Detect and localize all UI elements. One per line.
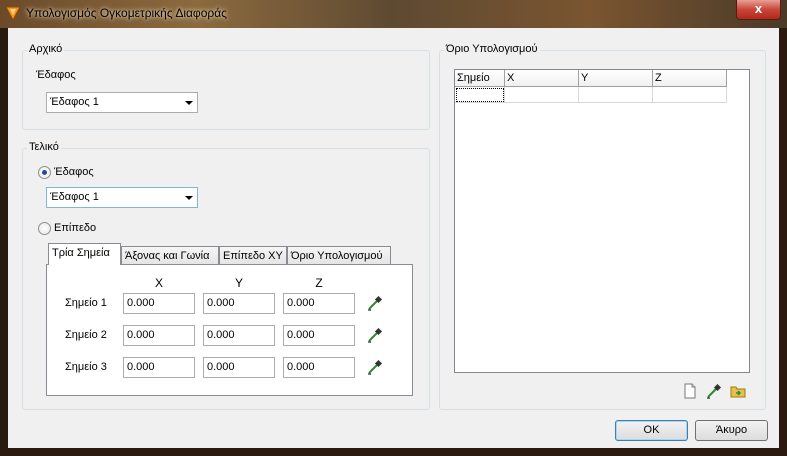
- initial-surface-label: Έδαφος: [36, 69, 76, 81]
- point-2-label: Σημείο 2: [65, 329, 107, 341]
- point-1-label: Σημείο 1: [65, 297, 107, 309]
- plane-radio-label: Επίπεδο: [54, 222, 97, 234]
- point-3-x-field[interactable]: 0.000: [123, 357, 195, 378]
- title-bar[interactable]: Υπολογισμός Ογκομετρικής Διαφοράς x: [0, 0, 787, 28]
- surface-radio-label: Έδαφος: [54, 166, 94, 178]
- surface-radio[interactable]: [38, 166, 51, 179]
- column-z-header: Z: [315, 276, 323, 290]
- cancel-button[interactable]: Άκυρο: [695, 420, 768, 441]
- ok-button[interactable]: OK: [615, 420, 688, 441]
- grid-cell-point[interactable]: [455, 87, 505, 103]
- eyedropper-icon[interactable]: [367, 359, 383, 375]
- initial-surface-value: Έδαφος 1: [50, 96, 99, 108]
- grid-cell-x[interactable]: [505, 87, 579, 103]
- grid-cell-z[interactable]: [653, 87, 727, 103]
- initial-surface-dropdown[interactable]: Έδαφος 1: [46, 92, 198, 113]
- grid-header-x[interactable]: X: [505, 70, 579, 87]
- tab-calc-boundary[interactable]: Όριο Υπολογισμού: [287, 246, 391, 266]
- final-surface-dropdown[interactable]: Έδαφος 1: [46, 187, 198, 208]
- grid-header-z[interactable]: Z: [653, 70, 727, 87]
- final-group-label: Τελικό: [27, 141, 61, 153]
- tab-label: Επίπεδο XY: [223, 250, 283, 262]
- final-surface-value: Έδαφος 1: [50, 191, 99, 203]
- point-3-y-field[interactable]: 0.000: [203, 357, 275, 378]
- tab-three-points[interactable]: Τρία Σημεία: [48, 243, 121, 265]
- column-y-header: Y: [234, 276, 243, 290]
- tab-label: Άξονας και Γωνία: [125, 250, 210, 262]
- initial-group-label: Αρχικό: [27, 43, 65, 55]
- grid-cell-y[interactable]: [579, 87, 653, 103]
- eyedropper-icon[interactable]: [706, 383, 722, 399]
- point-1-x-field[interactable]: 0.000: [123, 293, 195, 314]
- point-1-z-field[interactable]: 0.000: [283, 293, 355, 314]
- point-2-y-field[interactable]: 0.000: [203, 325, 275, 346]
- boundary-group-label: Όριο Υπολογισμού: [444, 43, 540, 55]
- tab-plane-xy[interactable]: Επίπεδο XY: [219, 246, 287, 266]
- point-3-z-field[interactable]: 0.000: [283, 357, 355, 378]
- window-title: Υπολογισμός Ογκομετρικής Διαφοράς: [26, 6, 227, 20]
- point-2-x-field[interactable]: 0.000: [123, 325, 195, 346]
- dialog-window: Υπολογισμός Ογκομετρικής Διαφοράς x Αρχι…: [0, 0, 787, 456]
- grid-header-point[interactable]: Σημείο: [455, 70, 505, 87]
- eyedropper-icon[interactable]: [367, 327, 383, 343]
- tab-label: Όριο Υπολογισμού: [291, 250, 383, 262]
- point-1-y-field[interactable]: 0.000: [203, 293, 275, 314]
- eyedropper-icon[interactable]: [367, 295, 383, 311]
- point-3-label: Σημείο 3: [65, 361, 107, 373]
- initial-group: [22, 50, 430, 130]
- volume-triangle-icon: [5, 6, 21, 21]
- boundary-points-grid[interactable]: Σημείο X Y Z: [454, 69, 750, 373]
- dialog-client-area: Αρχικό Έδαφος Έδαφος 1 Τελικό Έδαφος Έδα…: [8, 28, 779, 448]
- tab-label: Τρία Σημεία: [52, 247, 110, 259]
- radio-selected-dot: [42, 170, 47, 175]
- three-points-panel: X Y Z Σημείο 1 0.000 0.000 0.000 Σημείο …: [46, 264, 413, 396]
- grid-header-y[interactable]: Y: [579, 70, 653, 87]
- point-2-z-field[interactable]: 0.000: [283, 325, 355, 346]
- open-folder-icon[interactable]: [730, 383, 746, 399]
- tab-axis-angle[interactable]: Άξονας και Γωνία: [121, 246, 219, 266]
- column-x-header: X: [154, 276, 163, 290]
- new-document-icon[interactable]: [682, 383, 698, 399]
- chevron-down-icon: [185, 101, 193, 105]
- close-button[interactable]: x: [736, 0, 781, 20]
- plane-radio[interactable]: [38, 222, 51, 235]
- chevron-down-icon: [185, 196, 193, 200]
